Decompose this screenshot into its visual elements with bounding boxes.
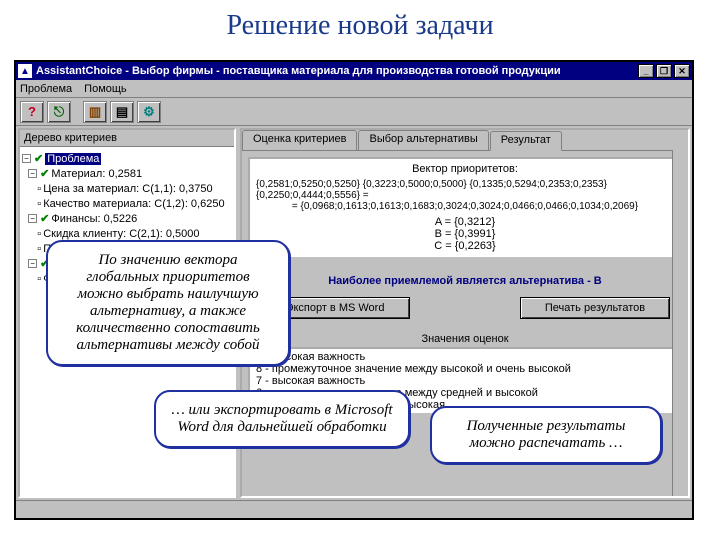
tree-item[interactable]: ▫Цена за материал: C(1,1): 0,3750 — [22, 181, 232, 196]
statusbar — [16, 500, 692, 518]
priority-vector-box: Вектор приоритетов: {0,2581;0,5250;0,525… — [248, 157, 682, 257]
vector-line1: {0,2581;0,5250;0,5250} {0,3223;0,5000;0,… — [256, 179, 674, 201]
titlebar: ▲ AssistantChoice - Выбор фирмы - постав… — [16, 62, 692, 80]
tabs: Оценка критериев Выбор альтернативы Резу… — [242, 130, 688, 150]
maximize-button[interactable]: ❐ — [656, 64, 672, 78]
scale-row: 8 - промежуточное значение между высокой… — [256, 363, 674, 375]
alt-c: C = {0,2263} — [256, 240, 674, 252]
slide-title: Решение новой задачи — [0, 10, 720, 42]
toolbar: ? ⎋ ▥ ▤ ⚙ — [16, 98, 692, 126]
tree-item[interactable]: −✔Финансы: 0,5226 — [22, 211, 232, 226]
close-button[interactable]: ✕ — [674, 64, 690, 78]
callout-vector: По значению вектора глобальных приоритет… — [46, 240, 290, 366]
tree-item[interactable]: ▫Скидка клиенту: C(2,1): 0,5000 — [22, 226, 232, 241]
tab-alternative[interactable]: Выбор альтернативы — [358, 130, 488, 150]
alt-b: B = {0,3991} — [256, 228, 674, 240]
tree-title: Дерево критериев — [20, 130, 234, 147]
callout-print: Полученные результаты можно распечатать … — [430, 406, 662, 464]
vector-title: Вектор приоритетов: — [256, 163, 674, 175]
app-icon: ▲ — [18, 64, 32, 78]
tree-root[interactable]: − ✔ Проблема — [22, 151, 232, 166]
alt-a: A = {0,3212} — [256, 216, 674, 228]
vertical-scrollbar[interactable] — [672, 150, 688, 496]
sheet-icon[interactable]: ▤ — [110, 101, 134, 123]
scale-label: Значения оценок — [248, 333, 682, 345]
menu-help[interactable]: Помощь — [84, 83, 127, 95]
callout-export: … или экспортировать в Microsoft Word дл… — [154, 390, 410, 448]
scale-row: 9 - высокая важность — [256, 351, 674, 363]
vector-line2: = {0,0968;0,1613;0,1613;0,1683;0,3024;0,… — [256, 201, 674, 212]
book-icon[interactable]: ▥ — [83, 101, 107, 123]
best-alternative: Наиболее приемлемой является альтернатив… — [248, 275, 682, 287]
minimize-button[interactable]: _ — [638, 64, 654, 78]
scale-row: 7 - высокая важность — [256, 375, 674, 387]
tree-item[interactable]: −✔Материал: 0,2581 — [22, 166, 232, 181]
tab-result[interactable]: Результат — [490, 131, 562, 151]
tool-icon[interactable]: ⚙ — [137, 101, 161, 123]
window-title: AssistantChoice - Выбор фирмы - поставщи… — [36, 65, 638, 77]
exit-icon[interactable]: ⎋ — [47, 101, 71, 123]
menubar: Проблема Помощь — [16, 80, 692, 98]
tree-item[interactable]: ▫Качество материала: C(1,2): 0,6250 — [22, 196, 232, 211]
print-results-button[interactable]: Печать результатов — [520, 297, 670, 319]
menu-problem[interactable]: Проблема — [20, 83, 72, 95]
tab-criteria[interactable]: Оценка критериев — [242, 130, 357, 150]
help-icon[interactable]: ? — [20, 101, 44, 123]
